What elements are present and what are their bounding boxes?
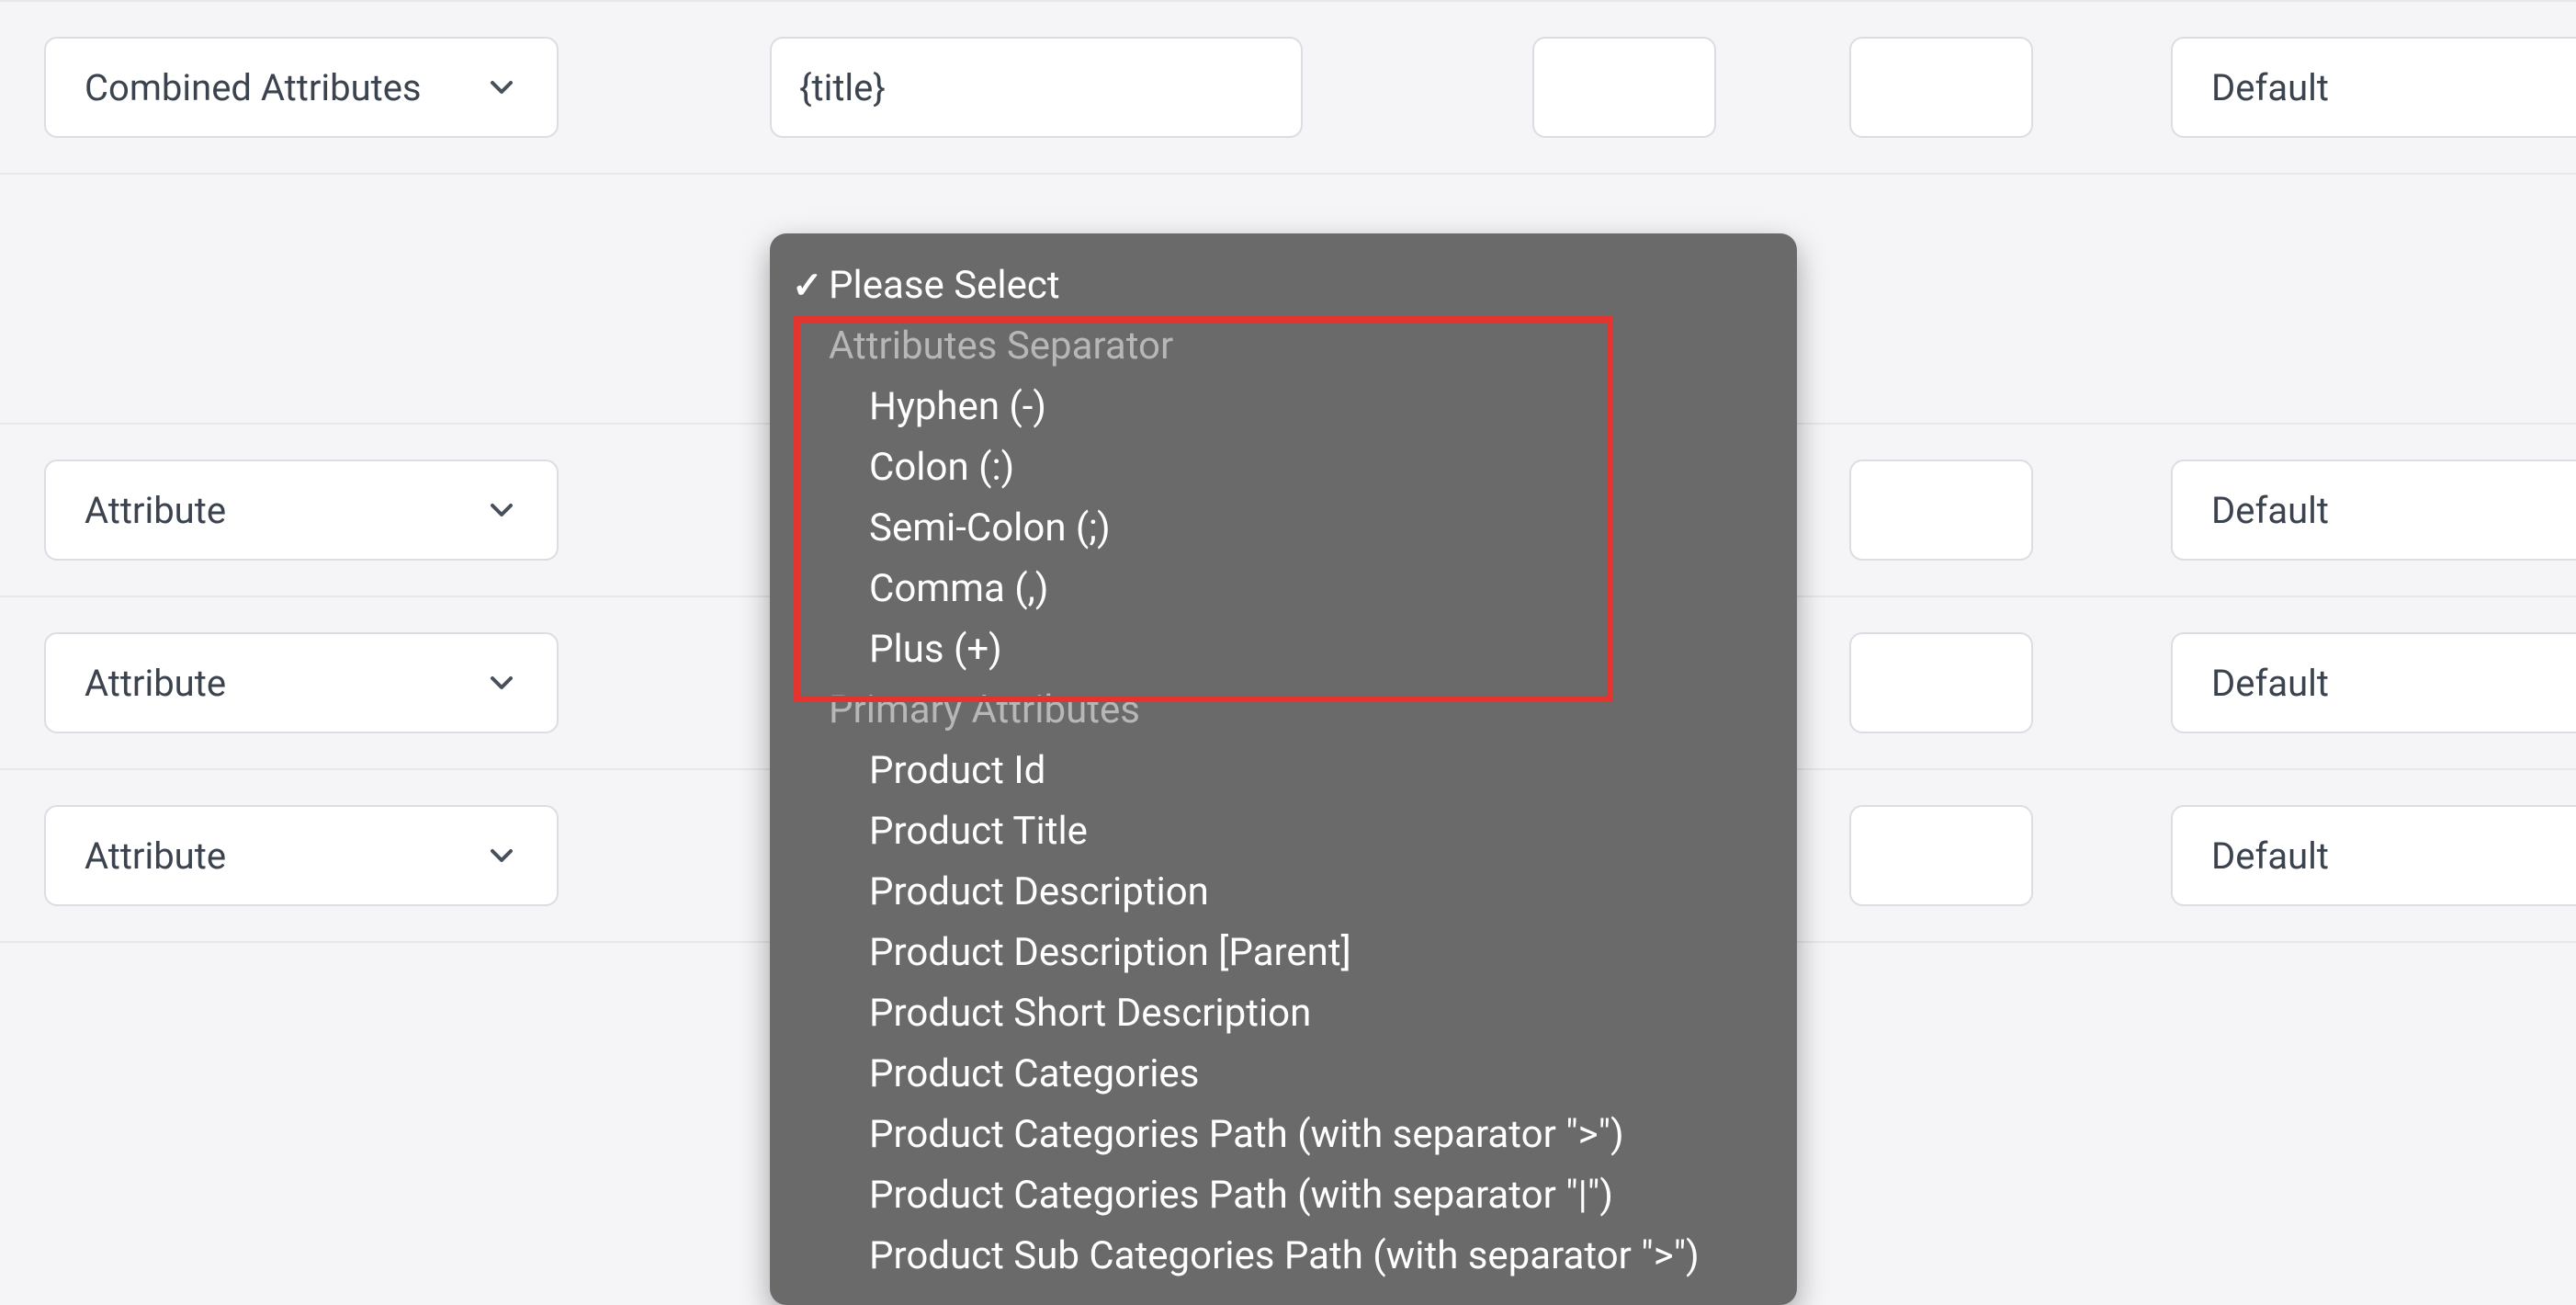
output-type-select[interactable]: Default (2171, 460, 2576, 561)
select-label: Attribute (85, 489, 226, 532)
mapping-row-1: Combined Attributes {title} Default (0, 0, 2576, 173)
attribute-type-cell: Combined Attributes (44, 37, 559, 138)
dropdown-option-product-categories-path-pipe[interactable]: Product Categories Path (with separator … (770, 1165, 1797, 1226)
suffix-cell (1849, 632, 2033, 733)
dropdown-option-please-select[interactable]: Please Select (770, 255, 1797, 316)
value-input[interactable]: {title} (770, 37, 1303, 138)
chevron-down-icon (480, 488, 524, 532)
output-type-cell: Default (2171, 632, 2576, 733)
dropdown-option-product-description-parent[interactable]: Product Description [Parent] (770, 923, 1797, 983)
option-label: Please Select (829, 267, 1060, 305)
output-type-cell: Default (2171, 460, 2576, 561)
attribute-type-select[interactable]: Combined Attributes (44, 37, 559, 138)
output-type-select[interactable]: Default (2171, 37, 2576, 138)
suffix-cell (1849, 460, 2033, 561)
suffix-input[interactable] (1849, 805, 2033, 906)
prefix-cell (1532, 37, 1716, 138)
attribute-dropdown-panel[interactable]: Please Select Attributes Separator Hyphe… (770, 233, 1797, 1305)
output-type-select[interactable]: Default (2171, 632, 2576, 733)
suffix-input[interactable] (1849, 632, 2033, 733)
dropdown-group-primary-attributes: Primary Attributes (770, 680, 1797, 741)
attribute-type-select[interactable]: Attribute (44, 805, 559, 906)
attribute-type-cell: Attribute (44, 805, 559, 906)
select-label: Default (2211, 66, 2329, 109)
attribute-type-select[interactable]: Attribute (44, 460, 559, 561)
dropdown-option-comma[interactable]: Comma (,) (770, 559, 1797, 619)
dropdown-option-hyphen[interactable]: Hyphen (-) (770, 377, 1797, 437)
dropdown-option-product-categories-path-gt[interactable]: Product Categories Path (with separator … (770, 1105, 1797, 1165)
suffix-input[interactable] (1849, 460, 2033, 561)
dropdown-option-colon[interactable]: Colon (:) (770, 437, 1797, 498)
suffix-cell (1849, 805, 2033, 906)
row-inner: Combined Attributes {title} Default (0, 2, 2576, 173)
value-cell: {title} (770, 37, 1303, 138)
select-label: Default (2211, 662, 2329, 705)
dropdown-option-semicolon[interactable]: Semi-Colon (;) (770, 498, 1797, 559)
attribute-type-cell: Attribute (44, 632, 559, 733)
chevron-down-icon (480, 661, 524, 705)
select-label: Default (2211, 489, 2329, 532)
select-label: Default (2211, 834, 2329, 878)
chevron-down-icon (480, 834, 524, 878)
dropdown-option-product-id[interactable]: Product Id (770, 741, 1797, 801)
select-label: Attribute (85, 834, 226, 878)
input-value-text: {title} (799, 66, 886, 109)
dropdown-option-plus[interactable]: Plus (+) (770, 619, 1797, 680)
dropdown-option-product-categories[interactable]: Product Categories (770, 1044, 1797, 1105)
attribute-type-select[interactable]: Attribute (44, 632, 559, 733)
dropdown-option-product-title[interactable]: Product Title (770, 801, 1797, 862)
attribute-type-cell: Attribute (44, 460, 559, 561)
dropdown-option-product-description[interactable]: Product Description (770, 862, 1797, 923)
suffix-input[interactable] (1849, 37, 2033, 138)
prefix-input[interactable] (1532, 37, 1716, 138)
dropdown-group-attributes-separator: Attributes Separator (770, 316, 1797, 377)
suffix-cell (1849, 37, 2033, 138)
select-label: Attribute (85, 662, 226, 705)
select-label: Combined Attributes (85, 66, 422, 109)
output-type-cell: Default (2171, 805, 2576, 906)
output-type-cell: Default (2171, 37, 2576, 138)
dropdown-option-product-sub-categories-path-gt[interactable]: Product Sub Categories Path (with separa… (770, 1226, 1797, 1287)
dropdown-option-product-short-description[interactable]: Product Short Description (770, 983, 1797, 1044)
output-type-select[interactable]: Default (2171, 805, 2576, 906)
chevron-down-icon (480, 65, 524, 109)
